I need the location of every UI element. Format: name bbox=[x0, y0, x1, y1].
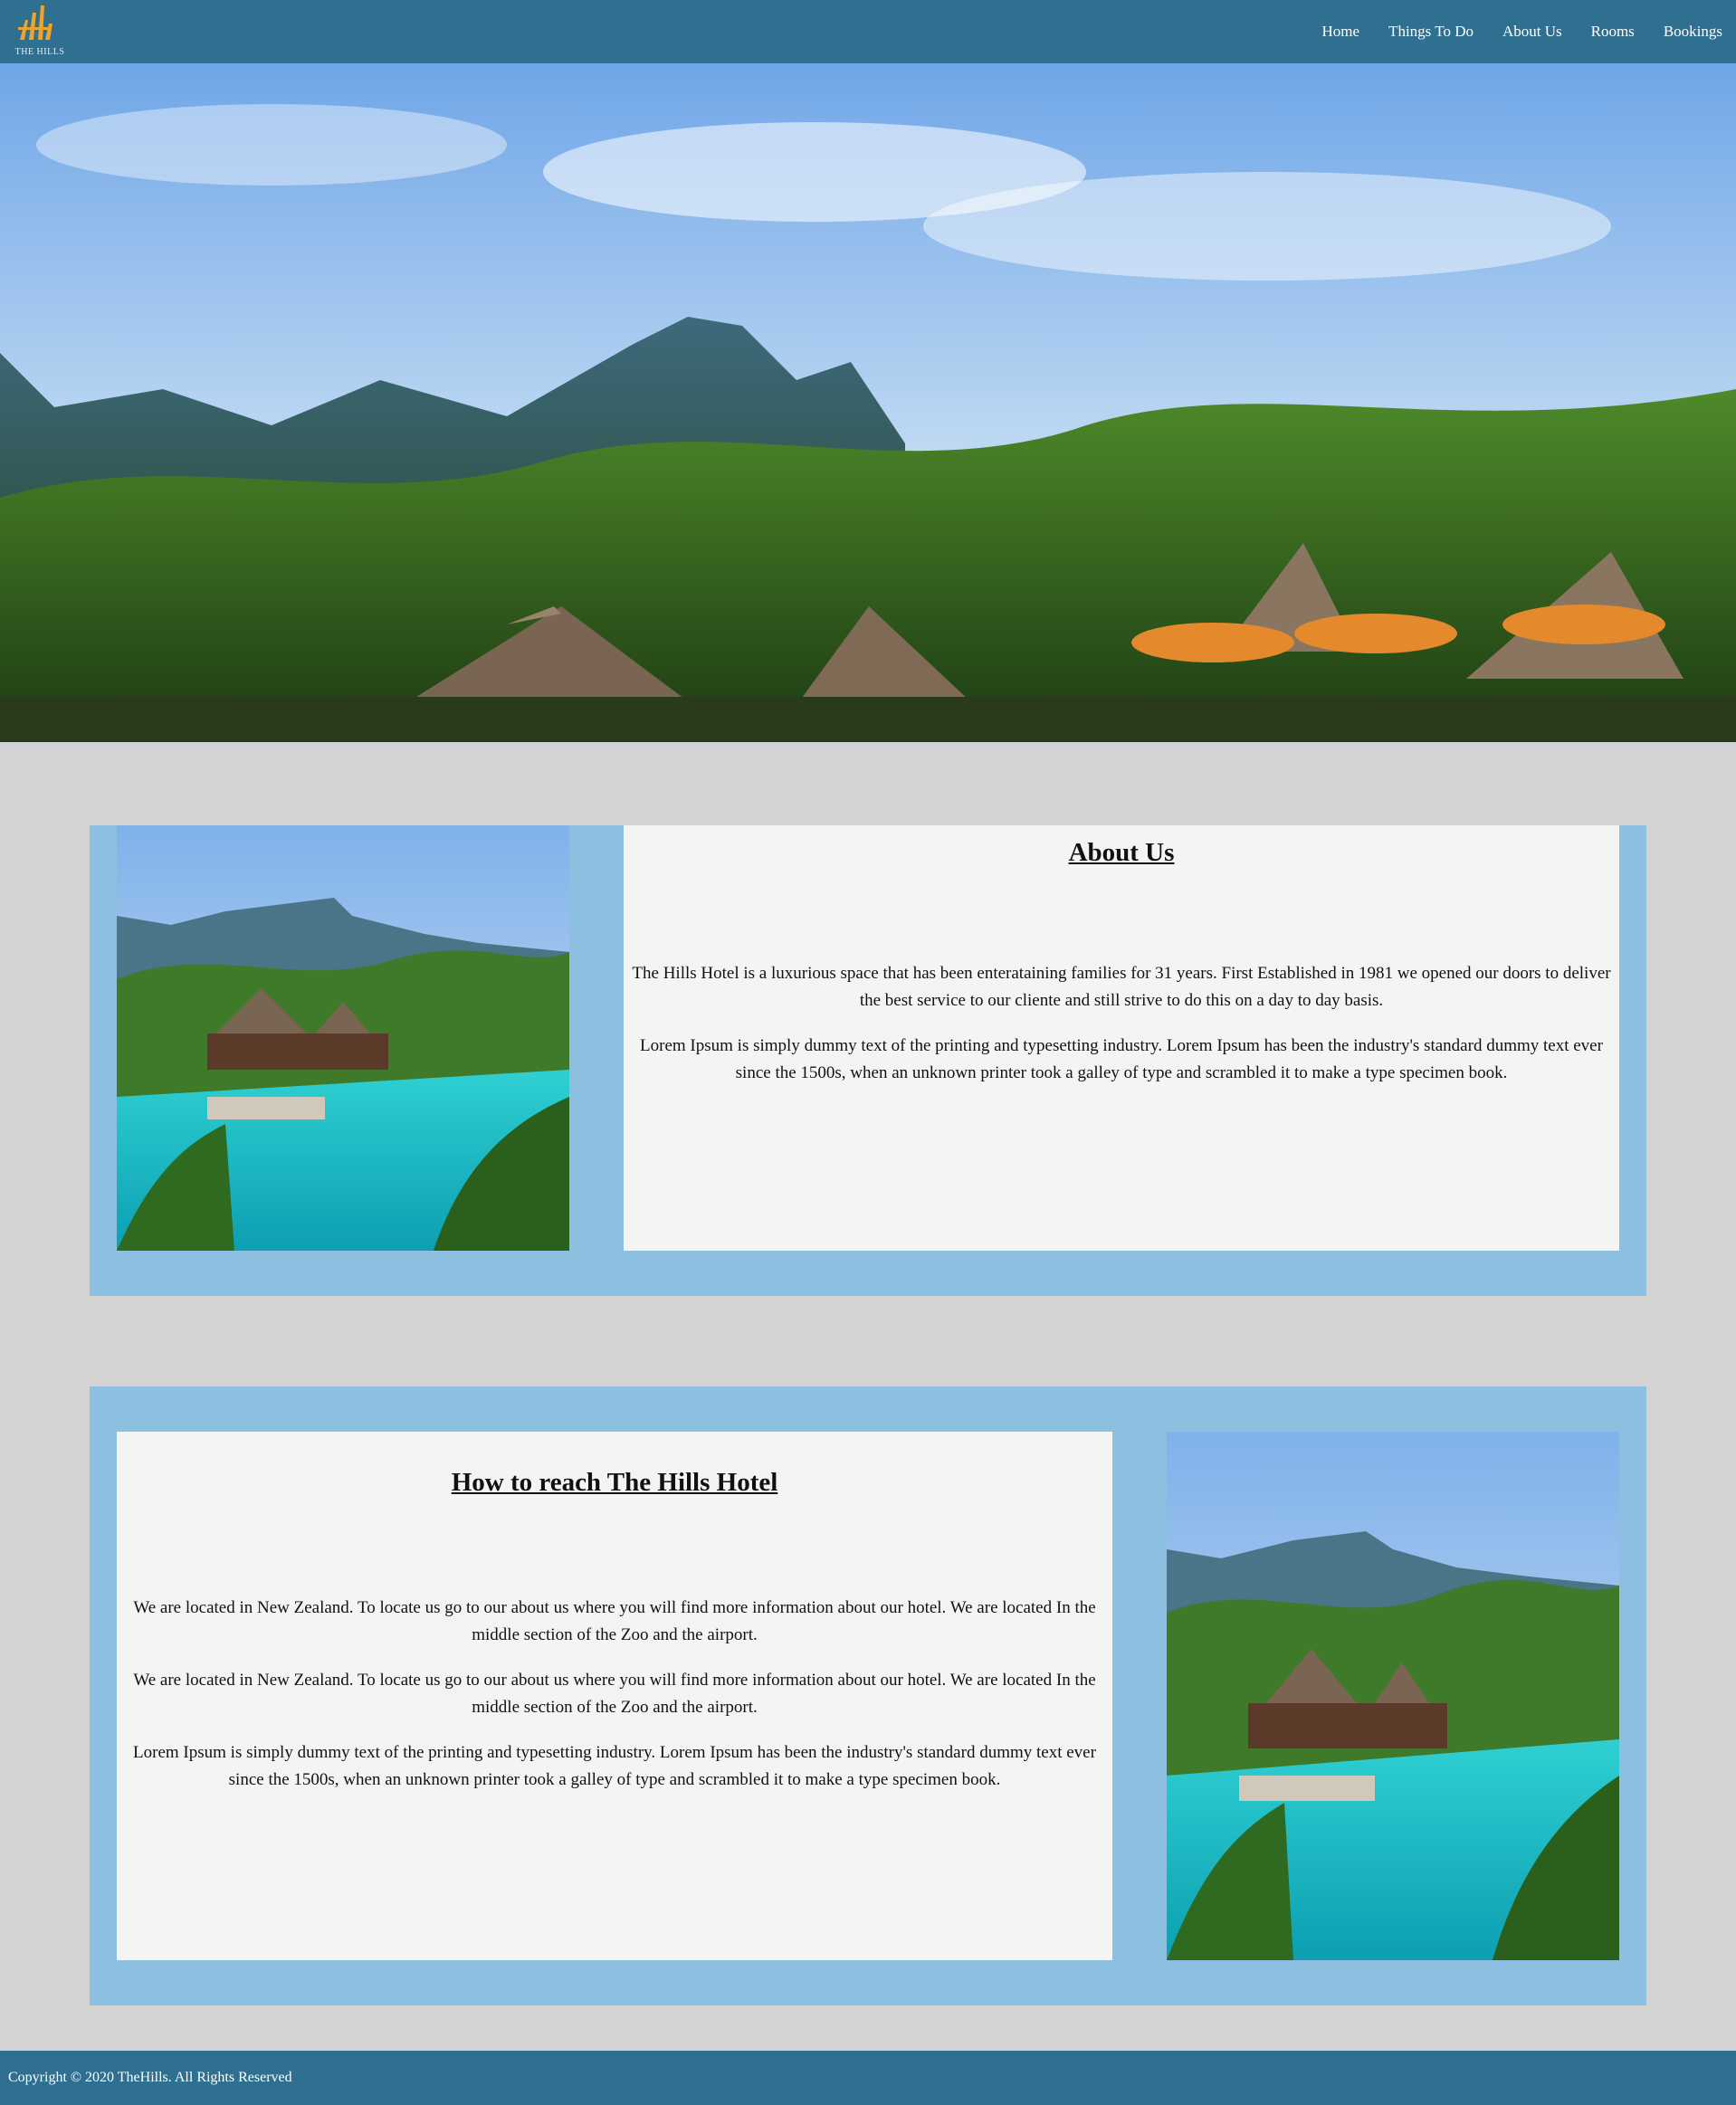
nav-home[interactable]: Home bbox=[1322, 23, 1360, 41]
nav-things-to-do[interactable]: Things To Do bbox=[1388, 23, 1474, 41]
site-footer: Copyright © 2020 TheHills. All Rights Re… bbox=[0, 2051, 1736, 2105]
main-nav: Home Things To Do About Us Rooms Booking… bbox=[1293, 0, 1722, 63]
nav-rooms[interactable]: Rooms bbox=[1591, 23, 1635, 41]
about-title: About Us bbox=[1068, 838, 1175, 867]
reach-paragraph: We are located in New Zealand. To locate… bbox=[133, 1598, 1096, 1644]
nav-bookings[interactable]: Bookings bbox=[1664, 23, 1722, 41]
about-paragraph: Lorem Ipsum is simply dummy text of the … bbox=[640, 1036, 1603, 1082]
reach-panel: How to reach The Hills Hotel We are loca… bbox=[90, 1386, 1646, 2005]
copyright-text: Copyright © 2020 TheHills. All Rights Re… bbox=[8, 2070, 292, 2085]
reach-paragraph: We are located in New Zealand. To locate… bbox=[133, 1671, 1096, 1717]
reach-title: How to reach The Hills Hotel bbox=[451, 1468, 778, 1497]
reach-card: How to reach The Hills Hotel We are loca… bbox=[117, 1432, 1112, 1960]
site-header: THE HILLS Home Things To Do About Us Roo… bbox=[0, 0, 1736, 63]
reach-paragraph: Lorem Ipsum is simply dummy text of the … bbox=[133, 1743, 1096, 1789]
pool-image bbox=[1167, 1432, 1619, 1960]
about-paragraph: The Hills Hotel is a luxurious space tha… bbox=[632, 964, 1611, 1010]
pool-image bbox=[117, 825, 569, 1251]
about-card: About Us The Hills Hotel is a luxurious … bbox=[624, 825, 1619, 1251]
logo-icon bbox=[18, 5, 52, 40]
logo-text: THE HILLS bbox=[14, 47, 65, 57]
nav-about-us[interactable]: About Us bbox=[1502, 23, 1562, 41]
the-hills-logo[interactable]: THE HILLS bbox=[13, 4, 67, 60]
hero-image bbox=[0, 63, 1736, 742]
about-panel: About Us The Hills Hotel is a luxurious … bbox=[90, 825, 1646, 1296]
